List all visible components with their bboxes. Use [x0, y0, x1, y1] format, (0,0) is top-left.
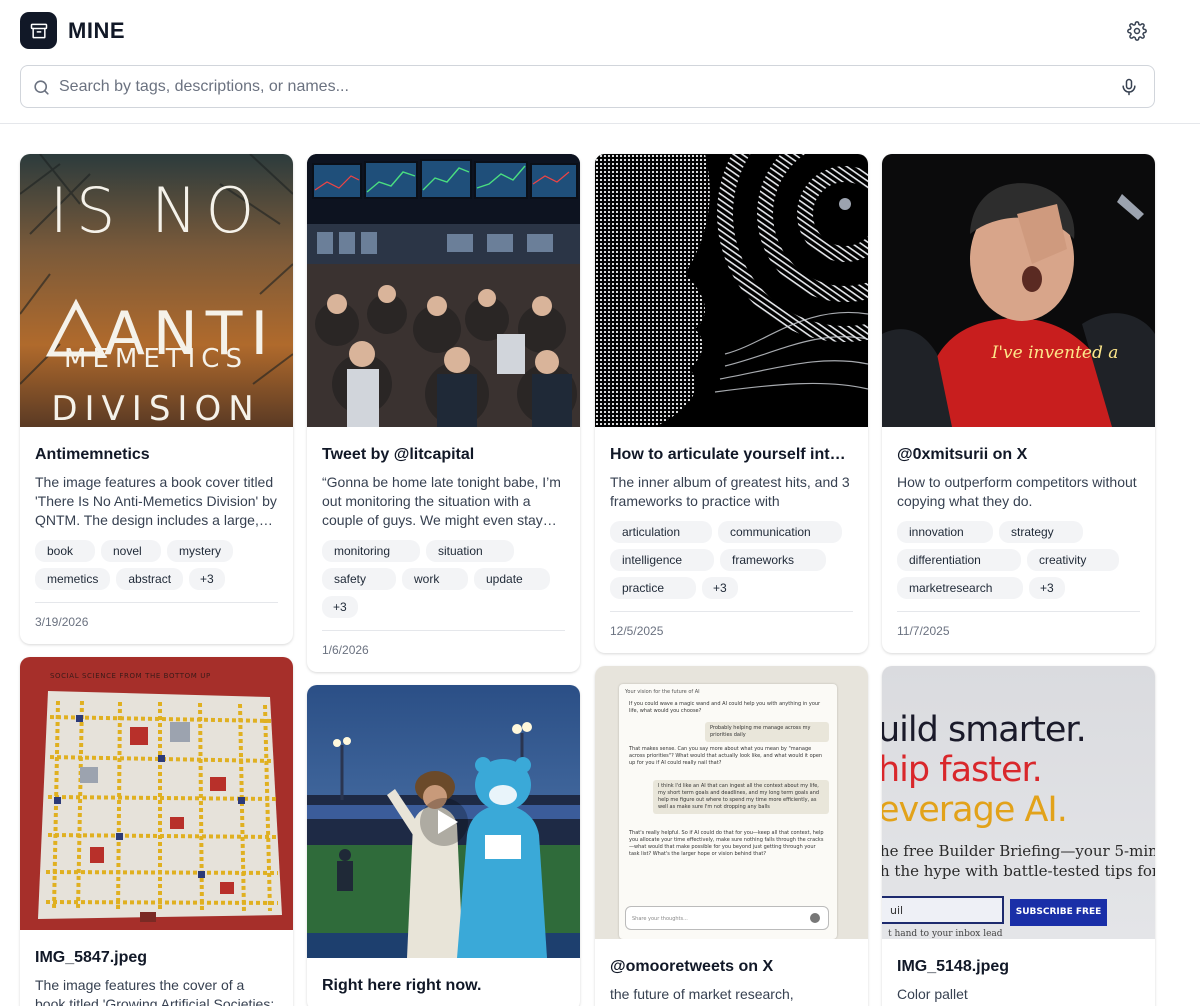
- card-description: How to outperform competitors without co…: [897, 474, 1137, 509]
- app-logo[interactable]: [20, 12, 57, 49]
- card-thumbnail[interactable]: [307, 154, 580, 427]
- tag[interactable]: innovation: [897, 521, 993, 543]
- divider: [897, 611, 1140, 612]
- card-thumbnail[interactable]: SOCIAL SCIENCE FROM THE BOTTOM UP: [20, 657, 293, 930]
- tag[interactable]: practice: [610, 577, 696, 599]
- svg-text:DIVISION: DIVISION: [51, 389, 260, 427]
- card-title: How to articulate yourself intelligently: [610, 446, 853, 463]
- face-profile-image: [595, 154, 868, 427]
- more-tags-badge[interactable]: +3: [322, 596, 358, 618]
- card-title: IMG_5847.jpeg: [35, 949, 148, 966]
- app-header: MINE: [0, 0, 1200, 124]
- svg-text:IS NO: IS NO: [50, 174, 263, 247]
- card-title: Right here right now.: [322, 977, 482, 994]
- gear-icon: [1127, 21, 1147, 41]
- more-tags-badge[interactable]: +3: [702, 577, 738, 599]
- tag[interactable]: work: [402, 568, 468, 590]
- book-photo-image: SOCIAL SCIENCE FROM THE BOTTOM UP: [20, 657, 293, 930]
- tag[interactable]: novel: [101, 540, 161, 562]
- tag[interactable]: marketresearch: [897, 577, 1023, 599]
- card-thumbnail[interactable]: I've invented a: [882, 154, 1155, 427]
- card-thumbnail[interactable]: IS NO ANTI MEMETICS DIVISION: [20, 154, 293, 427]
- tag-list: book novel mystery memetics abstract +3: [35, 540, 278, 590]
- app-name: MINE: [68, 18, 125, 43]
- search-icon: [34, 80, 49, 95]
- media-card[interactable]: Tweet by @litcapital “Gonna be home late…: [307, 154, 580, 672]
- card-date: 1/6/2026: [322, 643, 369, 657]
- search-input[interactable]: [59, 72, 1099, 102]
- card-title: Tweet by @litcapital: [322, 446, 475, 463]
- svg-text:SOCIAL SCIENCE FROM THE BOTTOM: SOCIAL SCIENCE FROM THE BOTTOM UP: [50, 672, 211, 680]
- book-cover-image: IS NO ANTI MEMETICS DIVISION: [20, 154, 293, 427]
- svg-text:MEMETICS: MEMETICS: [64, 344, 248, 374]
- more-tags-badge[interactable]: +3: [189, 568, 225, 590]
- tag[interactable]: book: [35, 540, 95, 562]
- card-description: The image features a book cover titled '…: [35, 474, 277, 528]
- media-card[interactable]: Right here right now.: [307, 685, 580, 1006]
- card-title: @omooretweets on X: [610, 958, 774, 975]
- card-thumbnail[interactable]: [307, 685, 580, 958]
- tag[interactable]: differentiation: [897, 549, 1021, 571]
- card-thumbnail[interactable]: uild smarter. hip faster. everage AI. he…: [882, 666, 1155, 939]
- card-date: 3/19/2026: [35, 615, 89, 629]
- card-thumbnail[interactable]: [595, 154, 868, 427]
- card-title: Antimemnetics: [35, 446, 150, 463]
- tag[interactable]: abstract: [116, 568, 184, 590]
- card-thumbnail[interactable]: Your vision for the future of AI If you …: [595, 666, 868, 939]
- card-description: Color pallet: [897, 986, 968, 1002]
- tag[interactable]: articulation: [610, 521, 712, 543]
- media-card[interactable]: SOCIAL SCIENCE FROM THE BOTTOM UP IMG_58…: [20, 657, 293, 1006]
- play-icon[interactable]: [420, 798, 468, 846]
- media-card[interactable]: uild smarter. hip faster. everage AI. he…: [882, 666, 1155, 1006]
- tag[interactable]: update: [474, 568, 550, 590]
- tag[interactable]: communication: [718, 521, 842, 543]
- microphone-icon[interactable]: [1119, 77, 1139, 97]
- divider: [35, 602, 278, 603]
- video-still-image: I've invented a: [882, 154, 1155, 427]
- media-card[interactable]: I've invented a @0xmitsurii on X How to …: [882, 154, 1155, 653]
- card-description: The inner album of greatest hits, and 3 …: [610, 474, 850, 509]
- svg-text:I've invented a: I've invented a: [991, 343, 1119, 363]
- tag[interactable]: creativity: [1027, 549, 1119, 571]
- sports-bar-image: [307, 154, 580, 427]
- tag[interactable]: safety: [322, 568, 396, 590]
- more-tags-badge[interactable]: +3: [1029, 577, 1065, 599]
- chat-screenshot: Your vision for the future of AI If you …: [619, 684, 837, 939]
- divider: [610, 611, 853, 612]
- card-title: IMG_5148.jpeg: [897, 958, 1010, 975]
- tag[interactable]: mystery: [167, 540, 233, 562]
- tag[interactable]: situation: [426, 540, 514, 562]
- tag-list: innovation strategy differentiation crea…: [897, 521, 1140, 599]
- tag[interactable]: memetics: [35, 568, 111, 590]
- archive-box-icon: [30, 23, 47, 38]
- card-date: 12/5/2025: [610, 624, 664, 638]
- card-description: the future of market research, customer …: [610, 986, 819, 1006]
- tag[interactable]: monitoring: [322, 540, 420, 562]
- card-description: The image features the cover of a book t…: [35, 977, 275, 1006]
- tag-list: articulation communication intelligence …: [610, 521, 853, 599]
- card-description: “Gonna be home late tonight babe, I’m ou…: [322, 474, 561, 528]
- media-card[interactable]: How to articulate yourself intelligently…: [595, 154, 868, 653]
- media-card[interactable]: IS NO ANTI MEMETICS DIVISION Antimemneti…: [20, 154, 293, 644]
- divider: [322, 630, 565, 631]
- tag[interactable]: frameworks: [720, 549, 826, 571]
- tag[interactable]: strategy: [999, 521, 1083, 543]
- settings-button[interactable]: [1126, 20, 1148, 42]
- tag-list: monitoring situation safety work update …: [322, 540, 565, 618]
- card-title: @0xmitsurii on X: [897, 446, 1028, 463]
- search-bar: [20, 65, 1155, 108]
- tag[interactable]: intelligence: [610, 549, 714, 571]
- card-date: 11/7/2025: [897, 624, 950, 638]
- media-card[interactable]: Your vision for the future of AI If you …: [595, 666, 868, 1006]
